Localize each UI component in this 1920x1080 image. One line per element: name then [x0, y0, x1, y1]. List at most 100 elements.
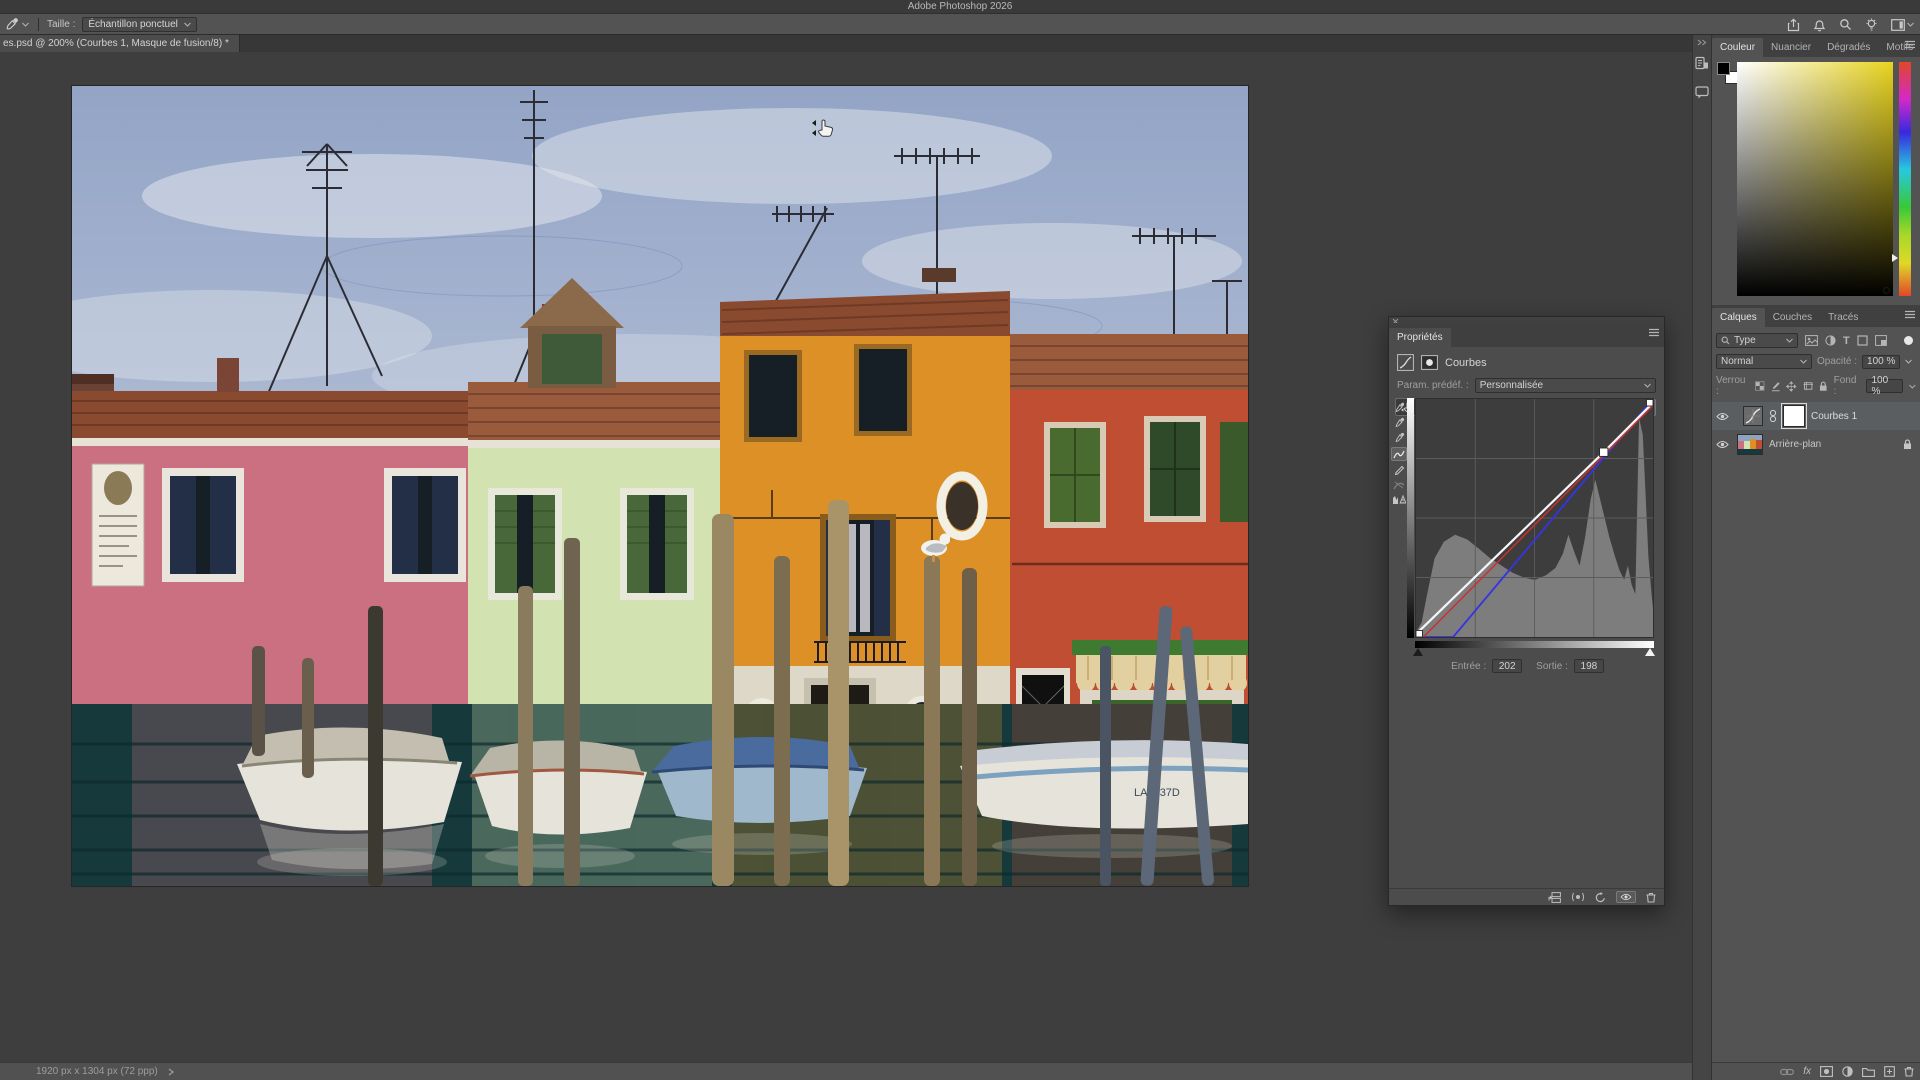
curve-icon: [1393, 450, 1405, 459]
chevron-down-icon: [1644, 383, 1651, 388]
filter-pixel-layers-icon[interactable]: [1805, 335, 1818, 346]
black-point-eyedropper-icon[interactable]: [1394, 402, 1405, 413]
panel-menu-icon[interactable]: [1648, 328, 1660, 337]
layer-lock-icon: [1903, 439, 1912, 450]
layer-row-arriere-plan[interactable]: Arrière-plan: [1712, 430, 1920, 458]
history-panel-icon[interactable]: [1695, 56, 1709, 70]
layer-image-thumbnail[interactable]: [1737, 434, 1763, 455]
lock-paint-icon[interactable]: [1771, 381, 1780, 392]
color-field-selector[interactable]: [1883, 287, 1890, 294]
layer-filtering-toggle[interactable]: [1904, 336, 1913, 345]
tab-nuancier[interactable]: Nuancier: [1763, 38, 1819, 57]
view-previous-state-icon[interactable]: [1571, 892, 1585, 902]
chevron-right-icon[interactable]: [168, 1068, 174, 1076]
blend-mode-dropdown[interactable]: Normal: [1716, 354, 1812, 369]
right-panel-dock: Couleur Nuancier Dégradés Motifs Calques…: [1712, 35, 1920, 1080]
white-point-eyedropper-icon[interactable]: [1394, 432, 1405, 443]
fill-label: Fond :: [1834, 375, 1861, 397]
clip-to-layer-icon[interactable]: [1548, 892, 1561, 903]
tab-proprietes[interactable]: Propriétés: [1389, 328, 1451, 347]
tab-calques[interactable]: Calques: [1712, 308, 1765, 327]
discover-lightbulb-icon[interactable]: [1865, 18, 1878, 32]
workspace-switcher[interactable]: [1891, 19, 1914, 31]
input-gradient-ramp: [1415, 641, 1654, 648]
smooth-curve-icon[interactable]: [1393, 480, 1405, 490]
link-layers-icon[interactable]: [1780, 1068, 1794, 1076]
histogram-clipping-icon[interactable]: [1392, 494, 1406, 505]
new-group-folder-icon[interactable]: [1862, 1067, 1875, 1077]
layer-mask-thumbnail[interactable]: [1783, 405, 1805, 427]
lock-position-icon[interactable]: [1786, 381, 1796, 392]
mask-link-icon[interactable]: [1769, 409, 1777, 423]
mask-badge-icon: [1421, 355, 1438, 370]
layers-actions-bar: fx: [1712, 1062, 1920, 1080]
lock-all-icon[interactable]: [1819, 381, 1828, 392]
comments-panel-icon[interactable]: [1695, 86, 1709, 99]
output-value[interactable]: 198: [1574, 659, 1604, 673]
tab-traces[interactable]: Tracés: [1820, 308, 1866, 327]
expand-panels-icon[interactable]: [1697, 39, 1707, 46]
opacity-value[interactable]: 100 %: [1862, 355, 1900, 369]
chevron-down-icon: [1800, 359, 1807, 364]
hue-slider[interactable]: [1899, 62, 1911, 296]
preset-dropdown[interactable]: Personnalisée: [1475, 378, 1656, 393]
notifications-bell-icon[interactable]: [1813, 18, 1826, 32]
curves-adjustment-thumbnail[interactable]: [1743, 406, 1763, 426]
workspace-icon: [1891, 19, 1905, 31]
lock-transparency-icon[interactable]: [1755, 381, 1764, 391]
chevron-down-icon: [1907, 22, 1914, 27]
document-tab[interactable]: es.psd @ 200% (Courbes 1, Masque de fusi…: [0, 35, 240, 52]
sample-size-dropdown[interactable]: Échantillon ponctuel: [82, 17, 197, 32]
new-adjustment-layer-icon[interactable]: [1842, 1066, 1853, 1077]
pencil-draw-curve-icon[interactable]: [1394, 465, 1405, 476]
curves-graph[interactable]: [1415, 398, 1654, 638]
layer-name[interactable]: Courbes 1: [1811, 411, 1857, 422]
filter-adjustment-layers-icon[interactable]: [1825, 335, 1836, 346]
delete-layer-trash-icon[interactable]: [1904, 1066, 1914, 1077]
highlight-input-slider[interactable]: [1645, 648, 1655, 656]
add-mask-icon[interactable]: [1820, 1066, 1833, 1077]
hue-slider-marker[interactable]: [1892, 254, 1898, 262]
saturation-brightness-field[interactable]: [1737, 62, 1893, 296]
document-canvas[interactable]: LA4737D: [72, 86, 1248, 886]
new-layer-icon[interactable]: [1884, 1066, 1895, 1077]
tab-couches[interactable]: Couches: [1765, 308, 1820, 327]
chevron-down-icon[interactable]: [1905, 359, 1912, 364]
share-icon[interactable]: [1787, 18, 1800, 32]
visibility-eye-icon[interactable]: [1716, 412, 1729, 421]
visibility-eye-icon[interactable]: [1716, 440, 1729, 449]
tab-couleur[interactable]: Couleur: [1712, 38, 1763, 57]
tool-preset-picker[interactable]: [0, 17, 29, 31]
eyedropper-tool-icon: [5, 17, 19, 31]
adjustment-title: Courbes: [1445, 357, 1487, 369]
gray-point-eyedropper-icon[interactable]: [1394, 417, 1405, 428]
preset-label: Param. prédéf. :: [1397, 380, 1469, 391]
foreground-background-swatches[interactable]: [1717, 62, 1739, 86]
curves-tool-strip: [1391, 402, 1407, 505]
app-title-bar: Adobe Photoshop 2026: [0, 0, 1920, 14]
document-tab-bar: es.psd @ 200% (Courbes 1, Masque de fusi…: [0, 35, 1692, 52]
layer-style-fx-icon[interactable]: fx: [1803, 1066, 1811, 1077]
filter-type-layers-icon[interactable]: T: [1843, 335, 1850, 347]
input-value[interactable]: 202: [1492, 659, 1522, 673]
chevron-down-icon[interactable]: [1909, 384, 1916, 389]
edit-points-curve-tool[interactable]: [1391, 447, 1407, 461]
fill-value[interactable]: 100 %: [1866, 379, 1903, 393]
divider: [38, 18, 39, 31]
layer-row-courbes-1[interactable]: Courbes 1: [1712, 402, 1920, 430]
shadow-input-slider[interactable]: [1413, 648, 1423, 656]
input-label: Entrée :: [1451, 661, 1486, 672]
layer-filter-type-dropdown[interactable]: Type: [1716, 333, 1798, 348]
layer-name[interactable]: Arrière-plan: [1769, 439, 1821, 450]
toggle-visibility-button[interactable]: [1616, 891, 1636, 903]
lock-artboard-icon[interactable]: [1803, 381, 1813, 391]
filter-shape-layers-icon[interactable]: [1857, 335, 1868, 346]
reset-adjustment-icon[interactable]: [1595, 892, 1606, 903]
panel-menu-icon[interactable]: [1904, 310, 1916, 319]
panel-menu-icon[interactable]: [1904, 40, 1916, 49]
delete-adjustment-trash-icon[interactable]: [1646, 892, 1656, 903]
filter-smart-objects-icon[interactable]: [1875, 335, 1887, 346]
foreground-color-swatch[interactable]: [1717, 62, 1730, 75]
search-icon[interactable]: [1839, 18, 1852, 31]
tab-degrades[interactable]: Dégradés: [1819, 38, 1878, 57]
